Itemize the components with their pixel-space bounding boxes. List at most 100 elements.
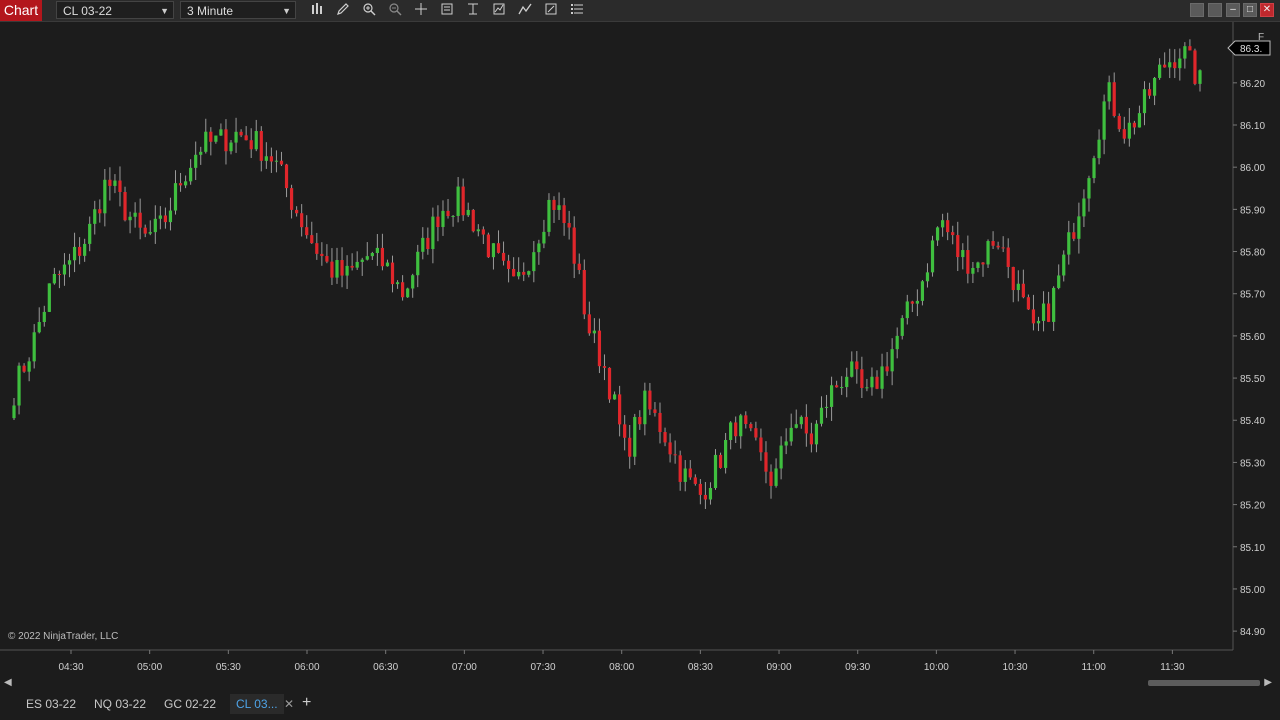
candle xyxy=(1001,236,1005,253)
candle-body xyxy=(522,271,526,275)
candle-body xyxy=(1193,50,1197,84)
candle-body xyxy=(183,181,188,186)
add-tab-icon[interactable]: + xyxy=(302,693,311,713)
horizontal-scrollbar[interactable]: ◀ ▶ xyxy=(0,676,1280,690)
candle xyxy=(42,305,46,327)
candle xyxy=(118,166,122,207)
candle xyxy=(163,207,168,229)
candle xyxy=(668,433,672,463)
copyright-text: © 2022 NinjaTrader, LLC xyxy=(8,631,119,642)
candle xyxy=(885,352,889,376)
candle xyxy=(920,280,925,306)
candle-body xyxy=(355,261,359,268)
candle-body xyxy=(759,437,763,453)
scroll-thumb[interactable] xyxy=(1148,680,1260,686)
candle xyxy=(582,259,586,320)
candle-body xyxy=(1142,89,1147,114)
candle-body xyxy=(315,243,319,254)
candle xyxy=(693,474,697,486)
list-icon[interactable] xyxy=(568,2,586,18)
indicators-icon[interactable] xyxy=(490,2,508,18)
bar-type-icon[interactable] xyxy=(308,2,326,18)
candle xyxy=(330,248,334,286)
candle xyxy=(451,215,455,227)
minimize-icon[interactable]: – xyxy=(1226,3,1240,17)
candle-body xyxy=(703,494,708,500)
candle-body xyxy=(572,227,576,264)
candle xyxy=(194,141,198,180)
candle xyxy=(648,382,652,416)
pencil-icon[interactable] xyxy=(334,2,352,18)
window-tile-icon[interactable] xyxy=(1190,3,1204,17)
candle-body xyxy=(779,445,783,469)
price-chart[interactable]: 86.20 86.10 86.00 85.90 85.80 85.70 85.60 85.50… xyxy=(0,22,1280,676)
zoom-out-icon[interactable] xyxy=(386,2,404,18)
candle xyxy=(62,253,67,286)
candle xyxy=(431,207,435,264)
templates-icon[interactable] xyxy=(464,2,482,18)
window-restore-icon[interactable] xyxy=(1208,3,1222,17)
candle-body xyxy=(1122,129,1126,139)
candle xyxy=(1016,270,1020,302)
candle-body xyxy=(113,180,117,186)
zoom-in-icon[interactable] xyxy=(360,2,378,18)
strategies-icon[interactable] xyxy=(516,2,534,18)
x-tick-label: 05:30 xyxy=(216,662,241,673)
candle xyxy=(153,205,157,244)
candle xyxy=(754,421,758,441)
candle-body xyxy=(1107,82,1111,102)
candle xyxy=(501,241,506,266)
candle xyxy=(1046,291,1051,323)
candle xyxy=(698,478,702,505)
candle-body xyxy=(300,213,304,228)
candle xyxy=(729,421,733,450)
time-axis[interactable]: 04:30 05:00 05:30 06:00 06:30 07:00 07:30 08:00… xyxy=(58,650,1185,673)
y-tick-label: 85.10 xyxy=(1240,543,1265,554)
candle xyxy=(1011,266,1015,303)
candle xyxy=(628,424,632,469)
scroll-right-icon[interactable]: ▶ xyxy=(1264,677,1272,688)
scroll-left-icon[interactable]: ◀ xyxy=(4,677,12,688)
crosshair-icon[interactable] xyxy=(412,2,430,18)
candle-body xyxy=(204,131,208,152)
candle xyxy=(269,147,273,173)
candle-body xyxy=(1158,64,1162,78)
tab-gc[interactable]: GC 02-22 xyxy=(158,694,222,714)
candle-body xyxy=(542,231,546,244)
candle-body xyxy=(582,269,586,315)
candle xyxy=(22,363,26,373)
candle-body xyxy=(693,477,697,484)
data-box-icon[interactable] xyxy=(438,2,456,18)
candle-body xyxy=(981,262,985,265)
candle xyxy=(1041,291,1046,332)
tab-cl[interactable]: CL 03... xyxy=(230,694,284,714)
candle xyxy=(779,436,783,480)
candle xyxy=(204,118,208,154)
chart-window-label[interactable]: Chart xyxy=(0,0,42,21)
candle xyxy=(380,233,385,271)
candle-body xyxy=(653,409,657,413)
candle-body xyxy=(88,223,92,244)
maximize-icon[interactable]: □ xyxy=(1243,3,1257,17)
interval-selector[interactable]: 3 Minute ▼ xyxy=(180,1,296,19)
chevron-down-icon: ▼ xyxy=(160,6,169,16)
candle xyxy=(229,140,233,155)
candle xyxy=(688,460,692,480)
tab-close-icon[interactable]: ✕ xyxy=(284,694,294,714)
tab-es[interactable]: ES 03-22 xyxy=(20,694,82,714)
close-icon[interactable]: ✕ xyxy=(1260,3,1274,17)
candle xyxy=(496,230,501,254)
price-axis[interactable]: 86.20 86.10 86.00 85.90 85.80 85.70 85.60 85.50… xyxy=(1227,32,1271,638)
candle-body xyxy=(421,237,425,252)
candle-body xyxy=(330,261,334,278)
candle xyxy=(1147,82,1152,99)
candle xyxy=(411,273,415,298)
candle xyxy=(971,262,975,284)
candle-body xyxy=(1036,320,1041,324)
instrument-selector[interactable]: CL 03-22 ▼ xyxy=(56,1,174,19)
candle xyxy=(1067,220,1071,265)
tab-nq[interactable]: NQ 03-22 xyxy=(88,694,152,714)
properties-icon[interactable] xyxy=(542,2,560,18)
candle-body xyxy=(1082,198,1086,217)
candle xyxy=(355,251,359,270)
